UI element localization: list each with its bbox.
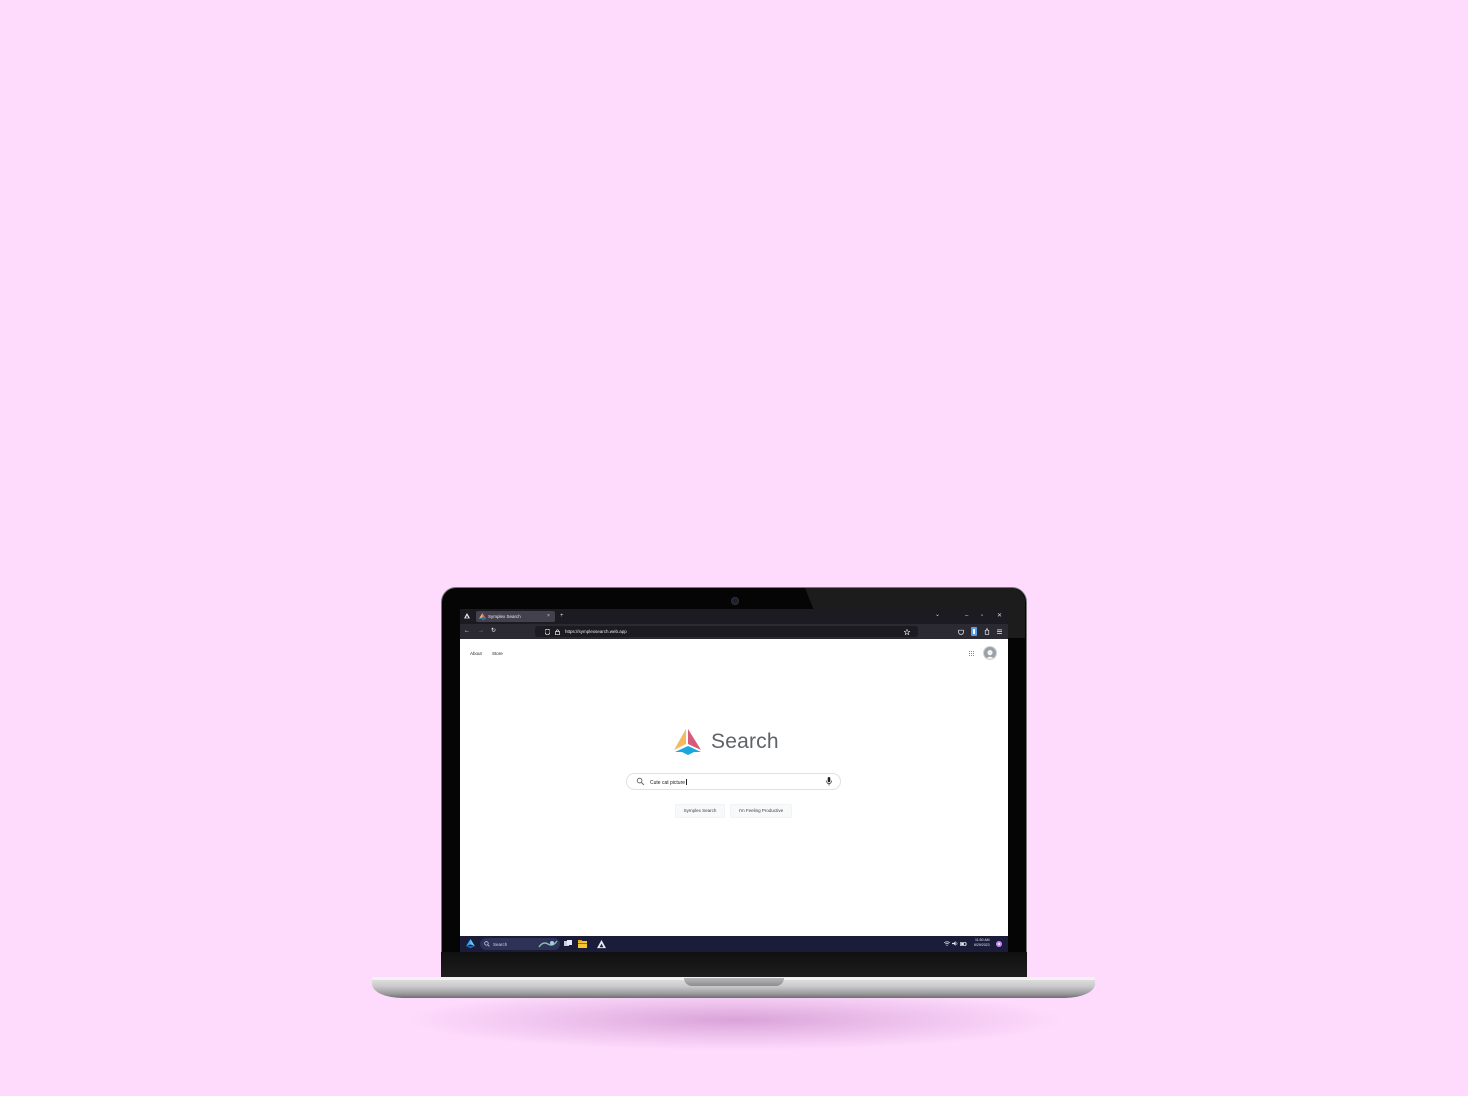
new-tab-button[interactable]: + bbox=[560, 613, 564, 619]
menu-icon[interactable] bbox=[997, 629, 1002, 634]
url-text: https://symplexsearch.web.app bbox=[565, 629, 627, 634]
task-view-icon[interactable] bbox=[564, 940, 572, 947]
text-caret bbox=[686, 779, 687, 785]
person-icon bbox=[985, 650, 995, 659]
shield-icon[interactable] bbox=[545, 628, 550, 635]
laptop-screen: Symplex Search × + ⌄ – ▫ ✕ ← → ↻ https:/… bbox=[460, 609, 1008, 952]
bezel-bottom bbox=[441, 952, 1027, 979]
search-input-text: Cute cat picture bbox=[650, 779, 687, 786]
browser-taskbar-icon[interactable] bbox=[597, 939, 606, 949]
os-taskbar: Search 11:50 AM 6/29/2023 bbox=[460, 936, 1008, 952]
star-icon[interactable] bbox=[904, 628, 910, 635]
lock-icon[interactable] bbox=[555, 628, 560, 635]
extension-icon[interactable] bbox=[971, 627, 977, 636]
feeling-productive-button[interactable]: I'm Feeling Productive bbox=[730, 804, 792, 818]
file-explorer-icon[interactable] bbox=[578, 939, 587, 948]
clock-time: 11:50 AM bbox=[975, 938, 990, 942]
browser-tab-bar: Symplex Search × + ⌄ – ▫ ✕ bbox=[460, 609, 1008, 624]
webcam bbox=[731, 597, 739, 605]
forward-icon[interactable]: → bbox=[478, 628, 484, 634]
apps-grid-icon[interactable] bbox=[969, 651, 975, 657]
wifi-icon[interactable] bbox=[944, 941, 950, 946]
minimize-icon[interactable]: – bbox=[965, 613, 968, 619]
laptop-shadow bbox=[410, 990, 1060, 1050]
browser-nav-bar: ← → ↻ https://symplexsearch.web.app bbox=[460, 624, 1008, 639]
favicon-icon bbox=[479, 613, 486, 620]
volume-icon[interactable] bbox=[952, 941, 958, 946]
list-all-tabs-icon[interactable]: ⌄ bbox=[935, 612, 940, 618]
avatar-icon[interactable] bbox=[983, 646, 997, 660]
notification-icon[interactable] bbox=[996, 941, 1002, 947]
search-icon bbox=[636, 777, 645, 786]
about-link[interactable]: About bbox=[470, 651, 482, 656]
browser-logo-icon bbox=[464, 613, 470, 619]
taskbar-clock[interactable]: 11:50 AM 6/29/2023 bbox=[974, 938, 990, 947]
close-icon[interactable]: ✕ bbox=[997, 613, 1002, 619]
clock-date: 6/29/2023 bbox=[974, 942, 990, 947]
tab-title: Symplex Search bbox=[488, 614, 521, 619]
symplex-logo-icon bbox=[674, 729, 701, 755]
laptop-notch bbox=[684, 978, 784, 986]
web-page: About Store Search Cute cat picture Symp… bbox=[460, 639, 1008, 936]
reload-icon[interactable]: ↻ bbox=[491, 628, 496, 634]
battery-icon[interactable] bbox=[960, 941, 967, 946]
taskbar-search-label: Search bbox=[493, 941, 508, 947]
store-link[interactable]: Store bbox=[492, 651, 503, 656]
pocket-icon[interactable] bbox=[958, 629, 964, 635]
brand-title: Search bbox=[711, 730, 779, 753]
browser-tab[interactable]: Symplex Search × bbox=[476, 611, 555, 622]
extensions-icon[interactable] bbox=[984, 628, 990, 635]
url-bar[interactable]: https://symplexsearch.web.app bbox=[535, 626, 918, 637]
search-highlight-icon bbox=[538, 940, 558, 948]
mic-icon[interactable] bbox=[826, 777, 832, 786]
search-input[interactable]: Cute cat picture bbox=[626, 773, 841, 790]
tab-close-icon[interactable]: × bbox=[547, 613, 550, 619]
symplex-search-button[interactable]: Symplex Search bbox=[675, 804, 725, 818]
taskbar-search[interactable]: Search bbox=[480, 938, 560, 950]
start-icon[interactable] bbox=[466, 939, 475, 948]
restore-icon[interactable]: ▫ bbox=[981, 613, 983, 619]
search-icon bbox=[484, 941, 490, 947]
back-icon[interactable]: ← bbox=[464, 628, 470, 634]
